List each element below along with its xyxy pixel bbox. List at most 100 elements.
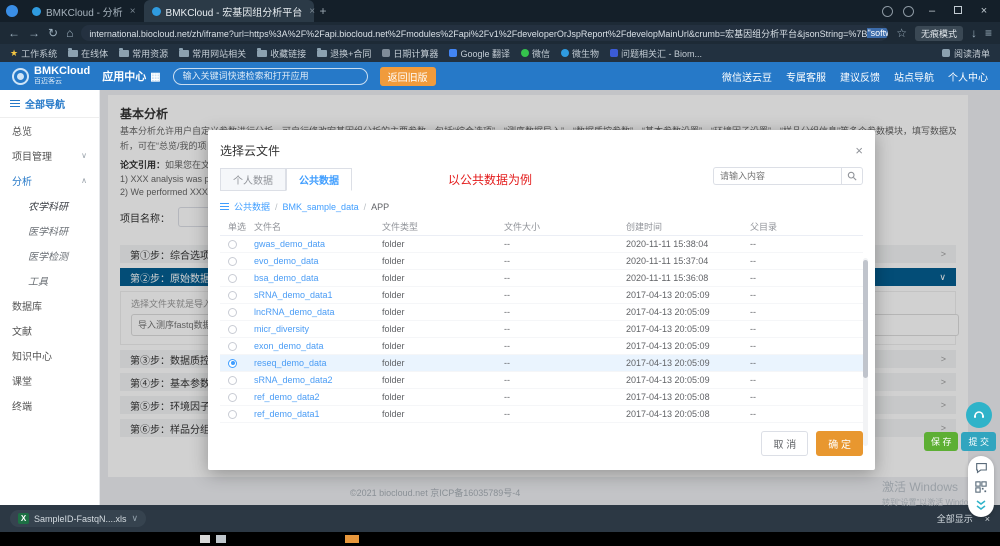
save-button[interactable]: 保 存 — [924, 432, 959, 451]
header-link-feedback[interactable]: 建议反馈 — [840, 69, 880, 84]
profile-icon[interactable] — [903, 6, 914, 17]
row-radio[interactable] — [228, 291, 237, 300]
back-icon[interactable]: ← — [8, 27, 20, 39]
table-row[interactable]: bsa_demo_datafolder--2020-11-11 15:36:08… — [220, 270, 863, 287]
header-link-wechat-beans[interactable]: 微信送云豆 — [722, 69, 772, 84]
bookmark-item[interactable]: Google 翻译 — [449, 47, 510, 60]
bookmark-item[interactable]: 日期计算器 — [382, 47, 438, 60]
app-center-button[interactable]: 应用中心 ▦ — [102, 68, 160, 84]
bookmark-item[interactable]: 微生物 — [561, 47, 599, 60]
dialog-close-icon[interactable]: × — [855, 143, 863, 158]
bmkcloud-logo[interactable]: BMKCloud 百迈客云 — [12, 66, 90, 86]
file-link[interactable]: exon_demo_data — [254, 341, 382, 351]
file-link[interactable]: sRNA_demo_data1 — [254, 290, 382, 300]
new-tab-button[interactable]: + — [320, 4, 327, 18]
taskbar-item[interactable] — [216, 535, 226, 543]
back-to-old-version-button[interactable]: 返回旧版 — [380, 67, 436, 86]
file-link[interactable]: ref_demo_data1 — [254, 409, 382, 419]
tab-public-data[interactable]: 公共数据 — [286, 168, 352, 191]
sidebar-all-nav[interactable]: 全部导航 — [0, 90, 99, 118]
sidebar-item-literature[interactable]: 文献 — [0, 318, 99, 343]
browser-tab-2-active[interactable]: BMKCloud - 宏基因组分析平台 × — [144, 0, 314, 22]
customer-service-icon[interactable] — [966, 402, 992, 428]
address-bar[interactable]: international.biocloud.net/zh/iframe?url… — [81, 25, 888, 41]
bookmark-folder[interactable]: 收藏链接 — [257, 47, 306, 60]
sidebar-item-terminal[interactable]: 终端 — [0, 393, 99, 418]
row-radio[interactable] — [228, 240, 237, 249]
tab-close-icon[interactable]: × — [309, 6, 315, 17]
bookmark-item[interactable]: 微信 — [521, 47, 550, 60]
download-item[interactable]: X SampleID-FastqN....xls ∨ — [10, 510, 146, 527]
header-link-personal-center[interactable]: 个人中心 — [948, 69, 988, 84]
tab-close-icon[interactable]: × — [130, 6, 136, 17]
header-link-site-nav[interactable]: 站点导航 — [894, 69, 934, 84]
cancel-button[interactable]: 取 消 — [761, 431, 808, 456]
sidebar-item-medical-research[interactable]: 医学科研 — [0, 218, 99, 243]
row-radio[interactable] — [228, 393, 237, 402]
submit-button[interactable]: 提 交 — [961, 432, 996, 451]
table-row-selected[interactable]: reseq_demo_datafolder--2017-04-13 20:05:… — [220, 355, 863, 372]
table-row[interactable]: sRNA_demo_data2folder--2017-04-13 20:05:… — [220, 372, 863, 389]
collapse-double-chevron-icon[interactable] — [975, 500, 987, 511]
table-row[interactable]: micr_diversityfolder--2017-04-13 20:05:0… — [220, 321, 863, 338]
bookmark-item[interactable]: 问题相关汇 - Biom... — [610, 47, 702, 60]
taskbar-item[interactable] — [200, 535, 210, 543]
file-link[interactable]: reseq_demo_data — [254, 358, 382, 368]
row-radio[interactable] — [228, 342, 237, 351]
show-all-downloads-button[interactable]: 全部显示 — [937, 512, 973, 525]
row-radio[interactable] — [228, 308, 237, 317]
sidebar-item-knowledge-center[interactable]: 知识中心 — [0, 343, 99, 368]
reading-list-button[interactable]: 阅读清单 — [942, 47, 990, 60]
table-row[interactable]: lncRNA_demo_datafolder--2017-04-13 20:05… — [220, 304, 863, 321]
settings-icon[interactable] — [882, 6, 893, 17]
sidebar-item-overview[interactable]: 总览 — [0, 118, 99, 143]
app-search-input[interactable] — [173, 68, 368, 85]
sidebar-item-database[interactable]: 数据库 — [0, 293, 99, 318]
tab-personal-data[interactable]: 个人数据 — [220, 168, 286, 191]
row-radio[interactable] — [228, 257, 237, 266]
bookmark-item[interactable]: ★工作系统 — [10, 47, 57, 60]
header-link-customer-service[interactable]: 专属客服 — [786, 69, 826, 84]
sidebar-item-agri-research[interactable]: 农学科研 — [0, 193, 99, 218]
sidebar-item-tools[interactable]: 工具 — [0, 268, 99, 293]
qr-code-icon[interactable] — [975, 481, 987, 493]
dialog-search-input[interactable] — [713, 167, 841, 185]
file-link[interactable]: sRNA_demo_data2 — [254, 375, 382, 385]
download-caret-icon[interactable]: ∨ — [132, 513, 139, 524]
breadcrumb-public-data[interactable]: 公共数据 — [234, 200, 270, 213]
sidebar-item-medical-testing[interactable]: 医学检测 — [0, 243, 99, 268]
table-row[interactable]: sRNA_demo_data1folder--2017-04-13 20:05:… — [220, 287, 863, 304]
confirm-button[interactable]: 确 定 — [816, 431, 863, 456]
bookmark-folder[interactable]: 常用网站相关 — [179, 47, 246, 60]
sidebar-item-project-management[interactable]: 项目管理∨ — [0, 143, 99, 168]
download-icon[interactable]: ↓ — [971, 27, 977, 39]
row-radio[interactable] — [228, 274, 237, 283]
bookmark-folder[interactable]: 退换+合同 — [317, 47, 371, 60]
file-link[interactable]: bsa_demo_data — [254, 273, 382, 283]
row-radio[interactable] — [228, 325, 237, 334]
chat-icon[interactable] — [975, 462, 988, 474]
table-row[interactable]: ref_demo_data1folder--2017-04-13 20:05:0… — [220, 406, 863, 423]
window-close-button[interactable]: × — [976, 5, 992, 17]
file-link[interactable]: gwas_demo_data — [254, 239, 382, 249]
file-link[interactable]: lncRNA_demo_data — [254, 307, 382, 317]
home-icon[interactable]: ⌂ — [66, 27, 73, 39]
bookmark-star-icon[interactable]: ☆ — [896, 27, 907, 39]
bookmark-folder[interactable]: 常用资源 — [119, 47, 168, 60]
table-row[interactable]: evo_demo_datafolder--2020-11-11 15:37:04… — [220, 253, 863, 270]
file-link[interactable]: micr_diversity — [254, 324, 382, 334]
window-maximize-button[interactable] — [950, 5, 966, 17]
search-icon[interactable] — [841, 167, 863, 185]
refresh-icon[interactable]: ↻ — [48, 27, 58, 39]
file-link[interactable]: ref_demo_data2 — [254, 392, 382, 402]
bookmark-folder[interactable]: 在线体 — [68, 47, 108, 60]
sidebar-item-classroom[interactable]: 课堂 — [0, 368, 99, 393]
row-radio-selected[interactable] — [228, 359, 237, 368]
breadcrumb-bmk-sample-data[interactable]: BMK_sample_data — [283, 202, 359, 212]
menu-icon[interactable]: ≡ — [985, 27, 992, 39]
table-row[interactable]: exon_demo_datafolder--2017-04-13 20:05:0… — [220, 338, 863, 355]
table-row[interactable]: ref_demo_data2folder--2017-04-13 20:05:0… — [220, 389, 863, 406]
scrollbar-thumb[interactable] — [863, 260, 868, 378]
row-radio[interactable] — [228, 410, 237, 419]
browser-tab-1[interactable]: BMKCloud - 分析 × — [24, 0, 144, 22]
